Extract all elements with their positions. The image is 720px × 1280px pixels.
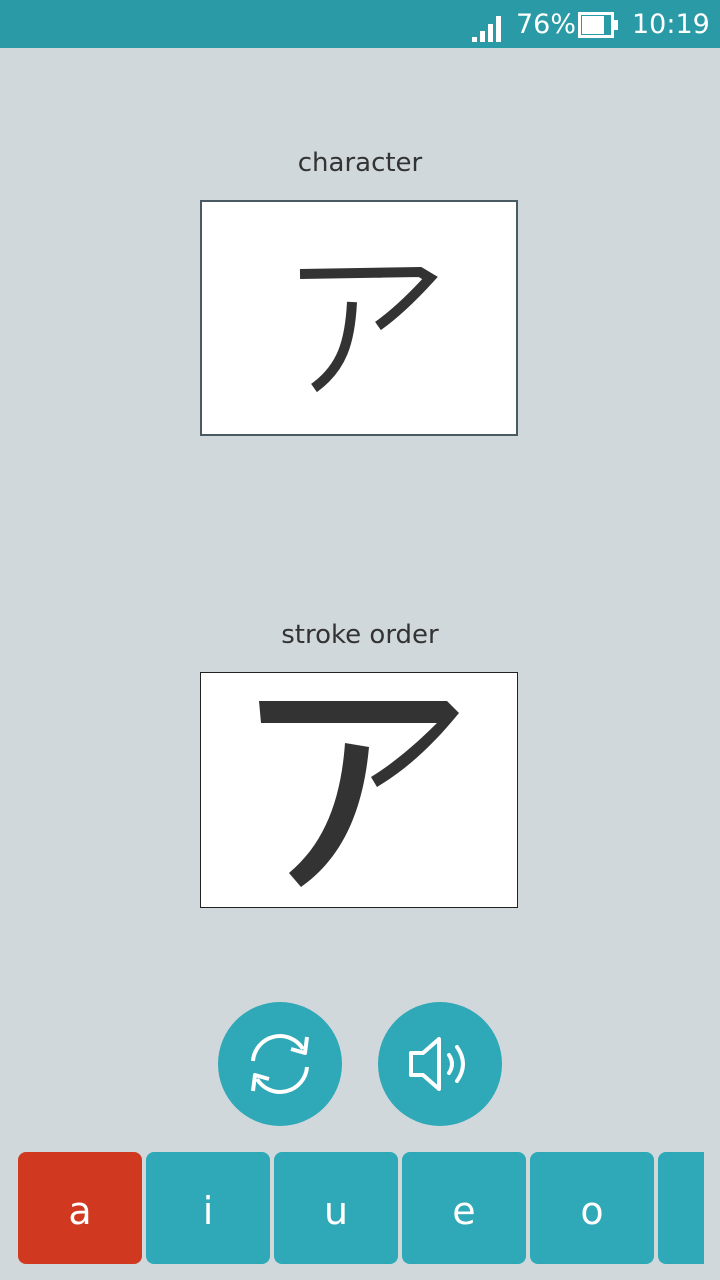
key-o[interactable]: o	[530, 1152, 654, 1264]
replay-button[interactable]	[218, 1002, 342, 1126]
refresh-icon	[251, 1034, 309, 1094]
key-u[interactable]: u	[274, 1152, 398, 1264]
character-label: character	[297, 148, 423, 178]
character-display	[200, 200, 518, 436]
key-e[interactable]: e	[402, 1152, 526, 1264]
play-sound-button[interactable]	[378, 1002, 502, 1126]
key-next-partial[interactable]: k	[658, 1152, 704, 1264]
katakana-a-stroke-glyph	[259, 701, 459, 887]
signal-icon	[472, 16, 501, 42]
katakana-a-glyph	[299, 266, 438, 393]
key-a[interactable]: a	[18, 1152, 142, 1264]
battery-percent: 76%	[516, 9, 577, 40]
status-bar: 76% 10:19	[0, 0, 720, 48]
vowel-key-row: a i u e o k	[0, 1152, 704, 1264]
battery-icon	[578, 12, 618, 38]
speaker-icon	[409, 1037, 465, 1091]
stroke-order-label: stroke order	[281, 620, 439, 650]
stroke-order-display	[200, 672, 518, 908]
key-i[interactable]: i	[146, 1152, 270, 1264]
clock: 10:19	[632, 9, 710, 40]
